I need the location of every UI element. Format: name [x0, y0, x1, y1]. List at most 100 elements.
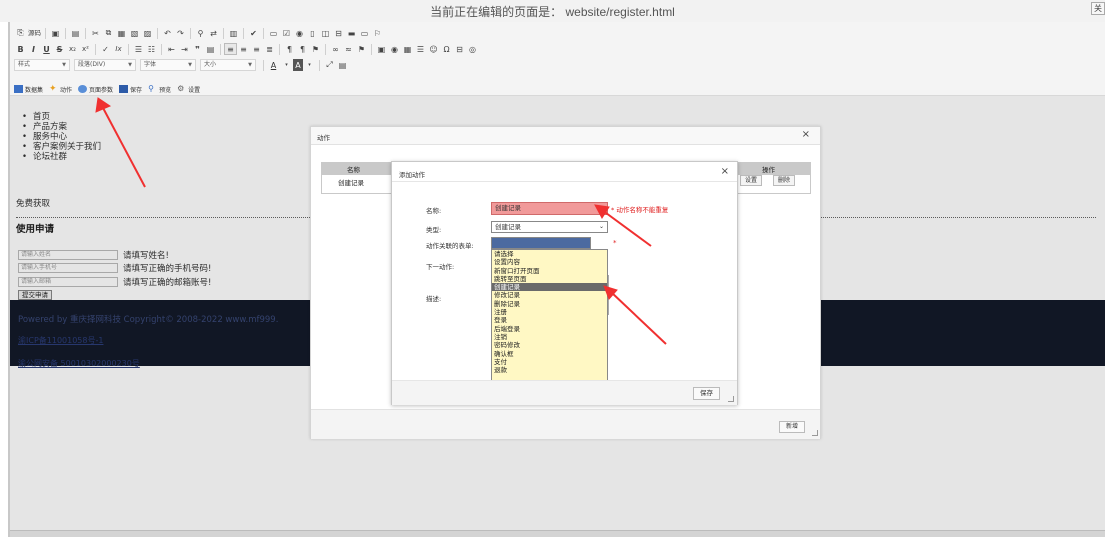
outdent-icon[interactable]: ⇤ — [165, 43, 178, 55]
template-icon[interactable]: ▤ — [69, 27, 82, 39]
select-all-icon[interactable]: ▥ — [227, 27, 240, 39]
hr-icon[interactable]: ☰ — [414, 43, 427, 55]
form-icon[interactable]: ▭ — [267, 27, 280, 39]
type-option[interactable]: 注册 — [492, 308, 607, 316]
select-icon[interactable]: ⊟ — [332, 27, 345, 39]
save-toolbar-button[interactable]: 保存 — [119, 85, 142, 94]
action-dialog-footer: 新增 — [311, 409, 820, 439]
table-icon[interactable]: ▦ — [401, 43, 414, 55]
subscript-icon[interactable]: x₂ — [66, 43, 79, 55]
button-icon[interactable]: ▬ — [345, 27, 358, 39]
flash-icon[interactable]: ◉ — [388, 43, 401, 55]
strike-icon[interactable]: S — [53, 43, 66, 55]
type-option[interactable]: 新窗口打开页面 — [492, 267, 607, 275]
format-combo[interactable]: 段落(DIV) ▼ — [74, 59, 136, 71]
bold-icon[interactable]: B — [14, 43, 27, 55]
image-icon[interactable]: ▣ — [375, 43, 388, 55]
image-button-icon[interactable]: ▭ — [358, 27, 371, 39]
iframe-icon[interactable]: ◎ — [466, 43, 479, 55]
smiley-icon[interactable]: ☺ — [427, 43, 440, 55]
type-option[interactable]: 确认框 — [492, 350, 607, 358]
align-right-icon[interactable]: ≡ — [250, 43, 263, 55]
find-icon[interactable]: ⚲ — [194, 27, 207, 39]
type-option[interactable]: 支付 — [492, 358, 607, 366]
resize-handle-icon[interactable] — [728, 396, 734, 402]
anchor-icon[interactable]: ⚑ — [355, 43, 368, 55]
action-button[interactable]: ✦ 动作 — [49, 85, 72, 94]
align-left-icon[interactable]: ≡ — [224, 43, 237, 55]
pagebreak-icon[interactable]: ⊟ — [453, 43, 466, 55]
source-label[interactable]: 源码 — [27, 27, 42, 39]
superscript-icon[interactable]: x² — [79, 43, 92, 55]
spellcheck-icon[interactable]: ✔ — [247, 27, 260, 39]
radio-icon[interactable]: ◉ — [293, 27, 306, 39]
source-icon[interactable]: ⎘ — [14, 27, 27, 39]
indent-icon[interactable]: ⇥ — [178, 43, 191, 55]
page-params-button[interactable]: 页面参数 — [78, 85, 113, 94]
add-action-button[interactable]: 新增 — [778, 421, 805, 433]
type-option[interactable]: 修改记录 — [492, 291, 607, 299]
paste-icon[interactable]: ▦ — [115, 27, 128, 39]
remove-format-icon[interactable]: ✓ — [99, 43, 112, 55]
blockquote-icon[interactable]: ❞ — [191, 43, 204, 55]
type-option[interactable]: 后端登录 — [492, 325, 607, 333]
type-option[interactable]: 跳转至页面 — [492, 275, 607, 283]
justify-icon[interactable]: ≣ — [263, 43, 276, 55]
close-editor-button[interactable]: 关闭 — [1091, 2, 1105, 15]
text-color-icon[interactable]: A — [267, 59, 280, 71]
rtl-icon[interactable]: ¶ — [296, 43, 309, 55]
type-option[interactable]: 登录 — [492, 316, 607, 324]
clear-format-icon[interactable]: Ix — [112, 43, 125, 55]
action-name-input[interactable]: 创建记录 — [491, 202, 608, 215]
chevron-down-icon[interactable]: ▾ — [280, 59, 293, 71]
dataset-button[interactable]: 数据集 — [14, 85, 43, 94]
preview-button[interactable]: ⚲ 预览 — [148, 85, 171, 94]
type-option[interactable]: 设置内容 — [492, 258, 607, 266]
language-icon[interactable]: ⚑ — [309, 43, 322, 55]
save-toolbar-label: 保存 — [130, 86, 143, 94]
link-icon[interactable]: ∞ — [329, 43, 342, 55]
special-char-icon[interactable]: Ω — [440, 43, 453, 55]
underline-icon[interactable]: U — [40, 43, 53, 55]
replace-icon[interactable]: ⇄ — [207, 27, 220, 39]
bullet-list-icon[interactable]: ☷ — [145, 43, 158, 55]
div-icon[interactable]: ▤ — [204, 43, 217, 55]
resize-handle-icon[interactable] — [812, 430, 818, 436]
undo-icon[interactable]: ↶ — [161, 27, 174, 39]
align-center-icon[interactable]: ≡ — [237, 43, 250, 55]
textfield-icon[interactable]: ▯ — [306, 27, 319, 39]
settings-button[interactable]: ⚙ 设置 — [177, 85, 200, 94]
ltr-icon[interactable]: ¶ — [283, 43, 296, 55]
grid-settings-button[interactable]: 设置 — [740, 175, 763, 186]
close-icon[interactable]: × — [802, 129, 810, 140]
save-doc-icon[interactable]: ▣ — [49, 27, 62, 39]
close-icon[interactable]: × — [721, 166, 729, 177]
grid-row-name[interactable]: 创建记录 — [338, 177, 364, 187]
action-type-dropdown[interactable]: 请选择 设置内容 新窗口打开页面 跳转至页面 创建记录 修改记录 删除记录 注册… — [491, 249, 608, 399]
checkbox-icon[interactable]: ☑ — [280, 27, 293, 39]
action-type-select[interactable]: 创建记录 ⌄ — [491, 221, 608, 233]
textarea-icon[interactable]: ◫ — [319, 27, 332, 39]
copy-icon[interactable]: ⧉ — [102, 27, 115, 39]
paste-word-icon[interactable]: ▨ — [141, 27, 154, 39]
bg-color-icon[interactable]: A — [293, 59, 303, 71]
save-action-button[interactable]: 保存 — [693, 387, 720, 400]
paste-text-icon[interactable]: ▧ — [128, 27, 141, 39]
linked-form-select[interactable] — [491, 237, 591, 249]
size-combo[interactable]: 大小 ▼ — [200, 59, 256, 71]
unlink-icon[interactable]: ≈ — [342, 43, 355, 55]
redo-icon[interactable]: ↷ — [174, 27, 187, 39]
type-option[interactable]: 密码修改 — [492, 341, 607, 349]
cut-icon[interactable]: ✂ — [89, 27, 102, 39]
grid-delete-button[interactable]: 删除 — [773, 175, 796, 186]
numbered-list-icon[interactable]: ☰ — [132, 43, 145, 55]
font-combo[interactable]: 字体 ▼ — [140, 59, 196, 71]
type-option[interactable]: 退款 — [492, 366, 607, 374]
italic-icon[interactable]: I — [27, 43, 40, 55]
hidden-field-icon[interactable]: ⚐ — [371, 27, 384, 39]
style-combo[interactable]: 样式 ▼ — [14, 59, 70, 71]
chevron-down-icon[interactable]: ▾ — [303, 59, 316, 71]
show-blocks-icon[interactable]: ▤ — [336, 59, 349, 71]
maximize-icon[interactable]: ⤢ — [323, 59, 336, 71]
type-option[interactable]: 删除记录 — [492, 300, 607, 308]
